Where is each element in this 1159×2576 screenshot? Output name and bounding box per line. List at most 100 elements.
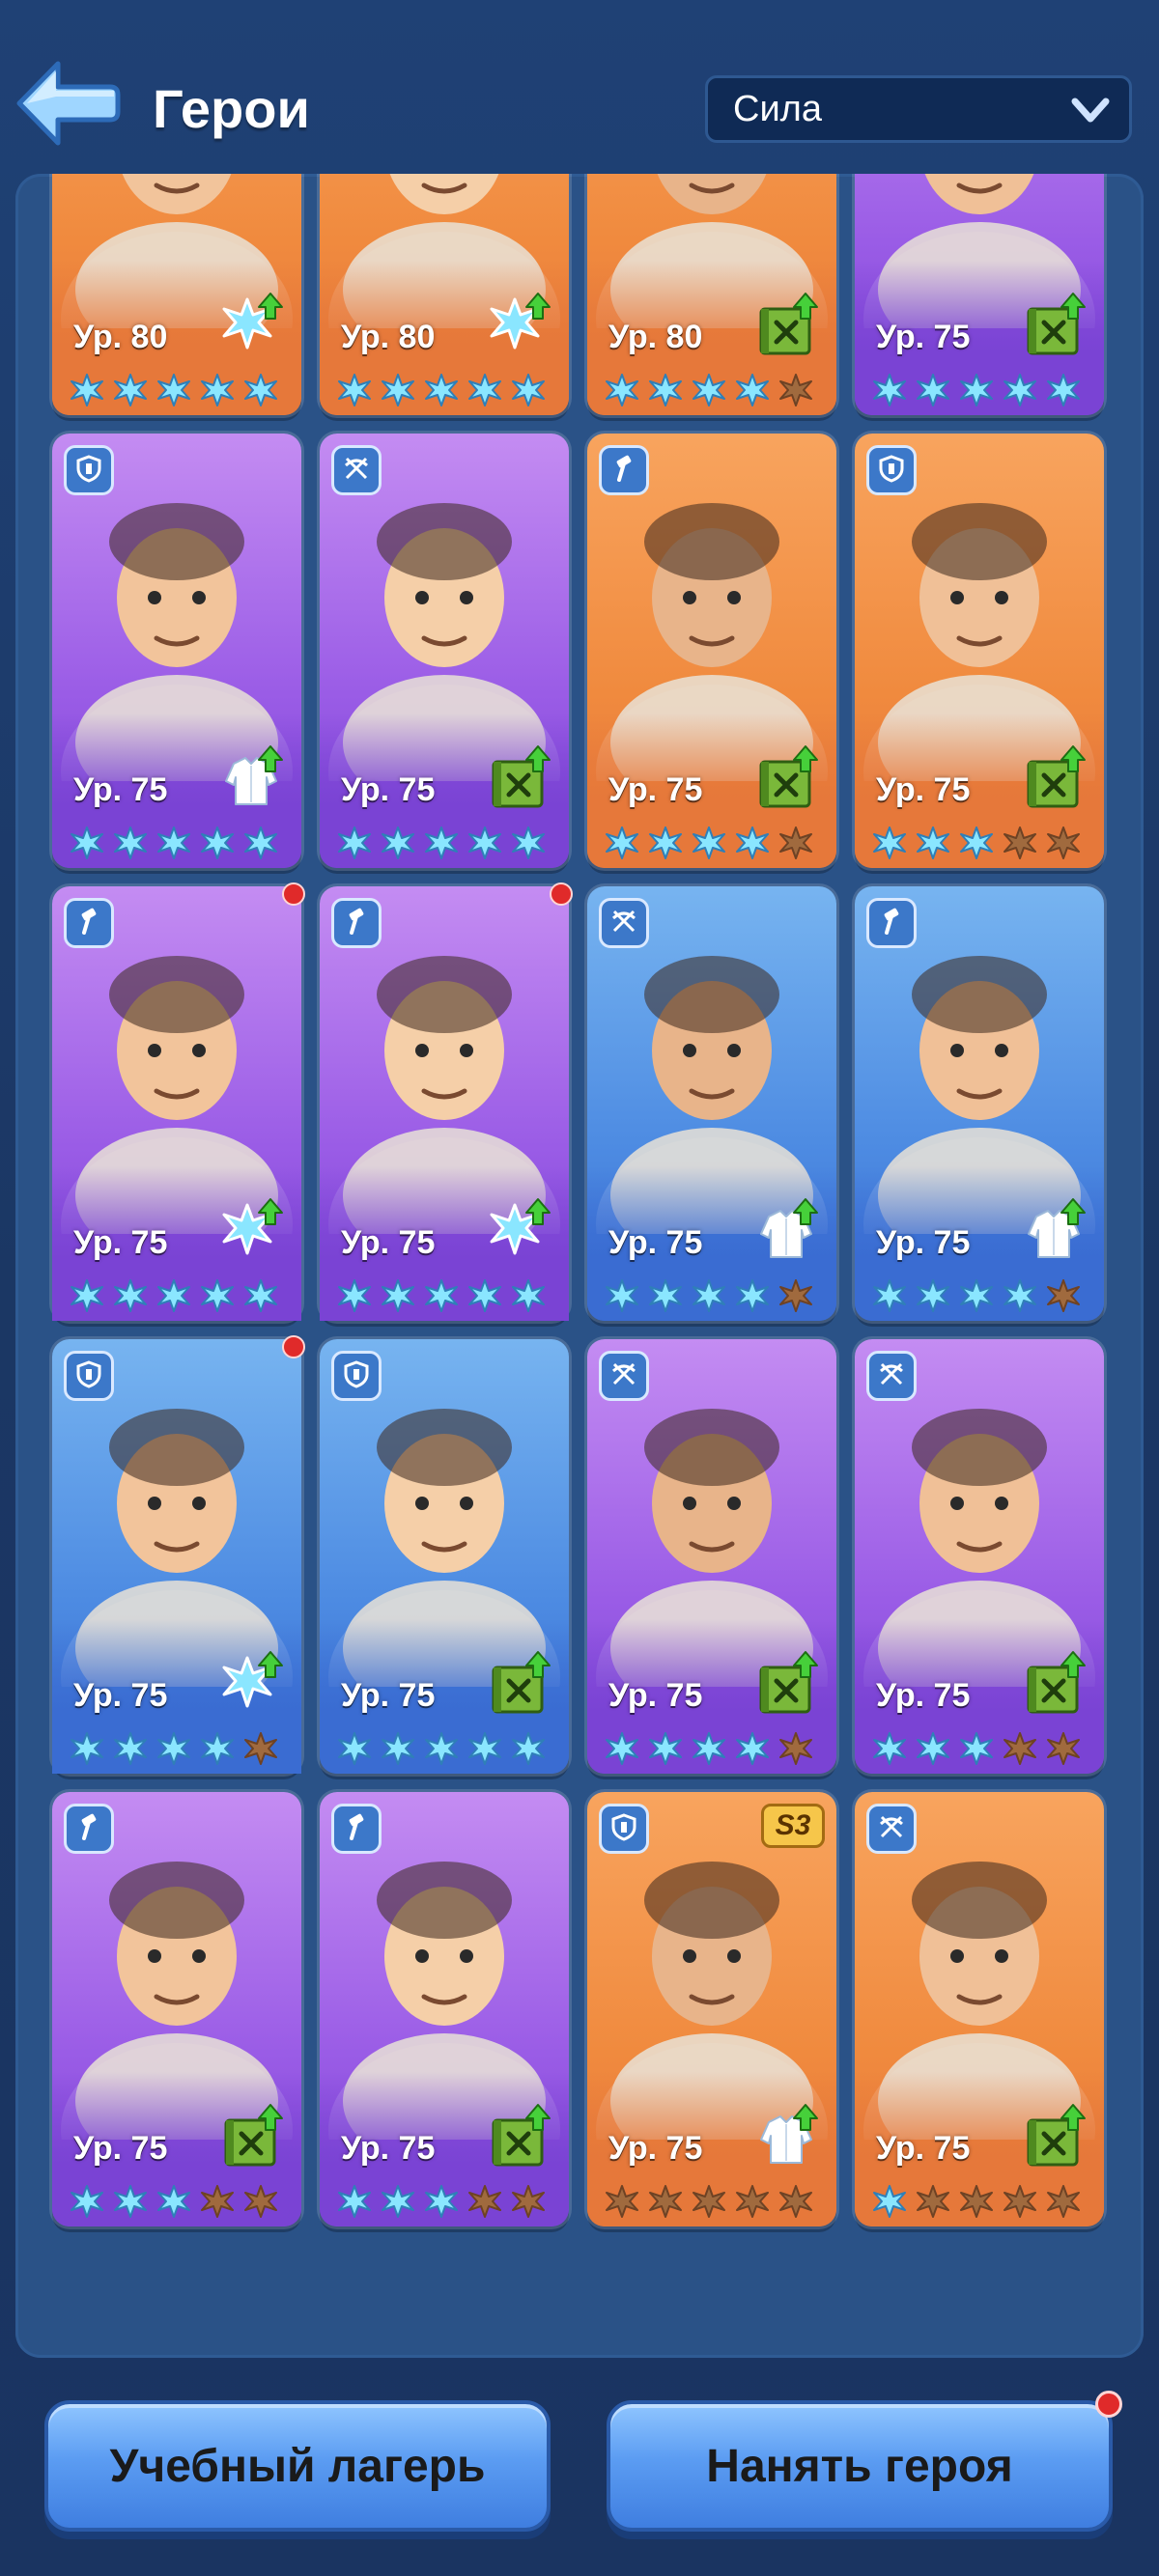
level-prefix: Ур.	[876, 2130, 925, 2167]
star-icon	[999, 1278, 1041, 1313]
hero-card[interactable]: Ур. 75	[320, 1339, 569, 1774]
hero-card[interactable]: Ур. 80	[52, 174, 301, 415]
star-icon	[153, 373, 195, 407]
hero-card[interactable]: Ур. 75	[855, 1339, 1104, 1774]
star-icon	[507, 1731, 550, 1766]
role-badge-hammer	[64, 1804, 114, 1854]
upgrade-star-icon[interactable]	[484, 290, 555, 361]
training-camp-button[interactable]: Учебный лагерь	[44, 2400, 551, 2532]
star-icon	[1042, 2184, 1085, 2219]
upgrade-book-icon[interactable]	[751, 1648, 823, 1720]
star-icon	[688, 2184, 730, 2219]
upgrade-book-icon[interactable]	[1019, 1648, 1090, 1720]
level-prefix: Ур.	[341, 1224, 390, 1261]
star-icon	[377, 1731, 419, 1766]
star-icon	[775, 373, 817, 407]
star-icon	[644, 2184, 687, 2219]
level-value: 75	[398, 2130, 436, 2167]
upgrade-star-icon[interactable]	[216, 1648, 288, 1720]
upgrade-book-icon[interactable]	[751, 742, 823, 814]
hero-card[interactable]: Ур. 75	[320, 434, 569, 868]
star-icon	[912, 1731, 954, 1766]
star-icon	[868, 826, 911, 860]
upgrade-coat-icon[interactable]	[216, 742, 288, 814]
star-icon	[196, 1731, 239, 1766]
hero-card[interactable]: Ур. 75	[855, 1792, 1104, 2226]
upgrade-book-icon[interactable]	[1019, 742, 1090, 814]
hero-card[interactable]: Ур. 75	[52, 882, 305, 1321]
star-rating	[601, 826, 827, 860]
heroes-panel: Ур. 80 Ур. 80 Ур. 80 Ур. 75 Ур. 75 Ур. 75 Ур. …	[15, 174, 1144, 2358]
level-value: 75	[130, 1677, 168, 1714]
hero-card[interactable]: Ур. 75	[587, 434, 836, 868]
back-arrow-icon	[16, 61, 121, 146]
star-icon	[464, 1731, 506, 1766]
star-icon	[109, 1278, 152, 1313]
upgrade-book-icon[interactable]	[1019, 290, 1090, 361]
upgrade-coat-icon[interactable]	[751, 1195, 823, 1267]
star-icon	[377, 373, 419, 407]
hero-card[interactable]: Ур. 75	[855, 434, 1104, 868]
upgrade-star-icon[interactable]	[216, 1195, 288, 1267]
star-icon	[420, 1278, 463, 1313]
upgrade-book-icon[interactable]	[216, 2101, 288, 2172]
star-icon	[601, 1278, 643, 1313]
upgrade-book-icon[interactable]	[484, 2101, 555, 2172]
sort-dropdown[interactable]: Сила	[705, 75, 1132, 143]
hire-hero-label: Нанять героя	[706, 2440, 1013, 2492]
role-badge-shield	[64, 445, 114, 495]
upgrade-book-icon[interactable]	[484, 742, 555, 814]
role-badge-crossbow	[331, 445, 382, 495]
hero-level: Ур. 80	[341, 319, 435, 356]
hammer-icon	[342, 1812, 371, 1846]
star-icon	[775, 1731, 817, 1766]
training-camp-label: Учебный лагерь	[109, 2440, 486, 2492]
upgrade-book-icon[interactable]	[484, 1648, 555, 1720]
hero-card[interactable]: Ур. 75	[587, 886, 836, 1321]
upgrade-star-icon[interactable]	[216, 290, 288, 361]
star-rating	[333, 1278, 559, 1313]
upgrade-coat-icon[interactable]	[751, 2101, 823, 2172]
hero-card[interactable]: Ур. 75	[320, 882, 573, 1321]
star-icon	[420, 2184, 463, 2219]
notification-dot	[1095, 2391, 1122, 2418]
star-icon	[420, 826, 463, 860]
star-icon	[1042, 826, 1085, 860]
role-badge-shield	[599, 1804, 649, 1854]
star-icon	[109, 826, 152, 860]
star-icon	[1042, 373, 1085, 407]
star-icon	[644, 373, 687, 407]
star-icon	[240, 826, 282, 860]
role-badge-crossbow	[866, 1804, 917, 1854]
hero-card[interactable]: Ур. 75	[587, 1339, 836, 1774]
star-icon	[912, 826, 954, 860]
hero-level: Ур. 75	[608, 771, 702, 809]
level-value: 75	[130, 2130, 168, 2167]
upgrade-book-icon[interactable]	[751, 290, 823, 361]
star-icon	[775, 1278, 817, 1313]
hire-hero-button[interactable]: Нанять героя	[607, 2400, 1113, 2532]
hero-card[interactable]: Ур. 80	[320, 174, 569, 415]
hero-card[interactable]: Ур. 75	[855, 174, 1104, 415]
star-rating	[601, 373, 827, 407]
upgrade-coat-icon[interactable]	[1019, 1195, 1090, 1267]
hero-card[interactable]: Ур. 75	[52, 1335, 305, 1774]
hero-card[interactable]: Ур. 75	[52, 434, 301, 868]
level-value: 80	[130, 319, 168, 355]
hero-card[interactable]: Ур. 75	[320, 1792, 569, 2226]
hero-level: Ур. 75	[73, 1677, 167, 1715]
upgrade-star-icon[interactable]	[484, 1195, 555, 1267]
hero-card[interactable]: Ур. 75	[52, 1792, 301, 2226]
back-button[interactable]	[14, 58, 122, 149]
level-prefix: Ур.	[876, 319, 925, 355]
page-title: Герои	[153, 78, 310, 139]
level-prefix: Ур.	[608, 1677, 658, 1714]
star-icon	[333, 826, 376, 860]
hero-card[interactable]: S3 Ур. 75	[587, 1792, 836, 2226]
upgrade-book-icon[interactable]	[1019, 2101, 1090, 2172]
hero-card[interactable]: Ур. 80	[587, 174, 836, 415]
hero-card[interactable]: Ур. 75	[855, 886, 1104, 1321]
level-value: 75	[933, 771, 971, 808]
star-icon	[868, 1731, 911, 1766]
hero-level: Ур. 75	[341, 2130, 435, 2168]
